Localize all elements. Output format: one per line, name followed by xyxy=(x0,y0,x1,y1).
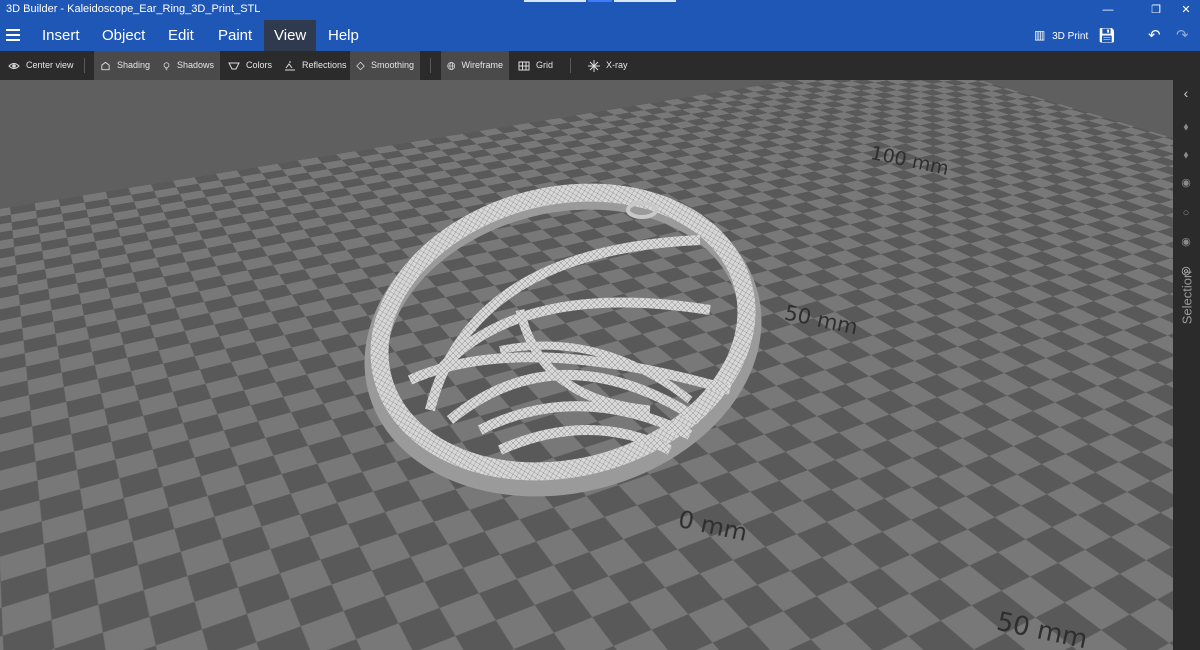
drag-handle-accent[interactable] xyxy=(588,0,612,2)
toolbar-divider xyxy=(84,58,85,73)
lightbulb-icon xyxy=(162,60,171,72)
object-icon-3[interactable]: ◉ xyxy=(1179,176,1193,190)
center-view-label: Center view xyxy=(26,51,74,80)
smoothing-label: Smoothing xyxy=(371,51,414,80)
menu-edit[interactable]: Edit xyxy=(158,20,204,51)
menu-help[interactable]: Help xyxy=(318,20,369,51)
close-button[interactable]: ✕ xyxy=(1176,2,1196,18)
redo-icon[interactable]: ↷ xyxy=(1176,20,1189,51)
save-icon[interactable]: 💾︎ xyxy=(1098,20,1116,51)
hamburger-menu-icon[interactable] xyxy=(6,29,20,41)
selection-label: Selection xyxy=(1180,248,1195,348)
drag-handle-right[interactable] xyxy=(614,0,676,2)
earring-model[interactable] xyxy=(0,80,1173,650)
shading-label: Shading xyxy=(117,51,150,80)
shading-icon xyxy=(100,60,111,72)
xray-icon xyxy=(588,60,600,72)
object-icon-2[interactable]: ⬧ xyxy=(1179,148,1193,162)
colors-label: Colors xyxy=(246,51,272,80)
viewport-3d[interactable]: 100 mm 50 mm 0 mm 50 mm xyxy=(0,80,1173,650)
collapse-chevron-icon[interactable]: ‹ xyxy=(1179,86,1193,100)
print-3d-icon: ▥ xyxy=(1034,28,1045,42)
eye-icon xyxy=(8,60,20,72)
menu-object[interactable]: Object xyxy=(92,20,155,51)
globe-icon xyxy=(447,60,455,72)
restore-button[interactable]: ❐ xyxy=(1146,2,1166,18)
menu-insert[interactable]: Insert xyxy=(32,20,90,51)
shading-toggle[interactable]: Shading xyxy=(94,51,156,80)
menu-view[interactable]: View xyxy=(264,20,316,51)
shadows-label: Shadows xyxy=(177,51,214,80)
window-title: 3D Builder - Kaleidoscope_Ear_Ring_3D_Pr… xyxy=(6,3,260,15)
minimize-button[interactable]: — xyxy=(1098,2,1118,18)
smoothing-icon xyxy=(356,60,365,72)
xray-toggle[interactable]: X-ray xyxy=(582,51,634,80)
undo-icon[interactable]: ↶ xyxy=(1148,20,1161,51)
reflections-toggle[interactable]: Reflections xyxy=(278,51,353,80)
menu-paint[interactable]: Paint xyxy=(208,20,262,51)
toolbar-divider-3 xyxy=(570,58,571,73)
grid-label: Grid xyxy=(536,51,553,80)
paint-bucket-icon xyxy=(228,60,240,72)
grid-icon xyxy=(518,60,530,72)
reflections-label: Reflections xyxy=(302,51,347,80)
print-3d-button[interactable]: ▥ 3D Print xyxy=(1034,20,1088,51)
selection-panel-tab[interactable]: Selection xyxy=(1173,250,1200,350)
shadows-toggle[interactable]: Shadows xyxy=(156,51,220,80)
drag-handle[interactable] xyxy=(524,0,586,2)
print-3d-label: 3D Print xyxy=(1052,31,1088,42)
right-sidebar: ‹ ⬧ ⬧ ◉ ○ ◉ ◎ xyxy=(1173,80,1200,650)
toolbar-divider-2 xyxy=(430,58,431,73)
center-view-button[interactable]: Center view xyxy=(2,51,80,80)
menu-bar: Insert Object Edit Paint View Help ▥ 3D … xyxy=(0,20,1200,51)
smoothing-toggle[interactable]: Smoothing xyxy=(350,51,420,80)
wireframe-label: Wireframe xyxy=(461,51,503,80)
title-bar: 3D Builder - Kaleidoscope_Ear_Ring_3D_Pr… xyxy=(0,0,1200,20)
object-icon-1[interactable]: ⬧ xyxy=(1179,120,1193,134)
grid-toggle[interactable]: Grid xyxy=(512,51,559,80)
object-icon-4[interactable]: ○ xyxy=(1179,206,1193,220)
xray-label: X-ray xyxy=(606,51,628,80)
reflections-icon xyxy=(284,60,296,72)
wireframe-toggle[interactable]: Wireframe xyxy=(441,51,509,80)
view-toolbar: Center view Shading Shadows Colors Refle… xyxy=(0,51,1200,80)
colors-toggle[interactable]: Colors xyxy=(222,51,278,80)
